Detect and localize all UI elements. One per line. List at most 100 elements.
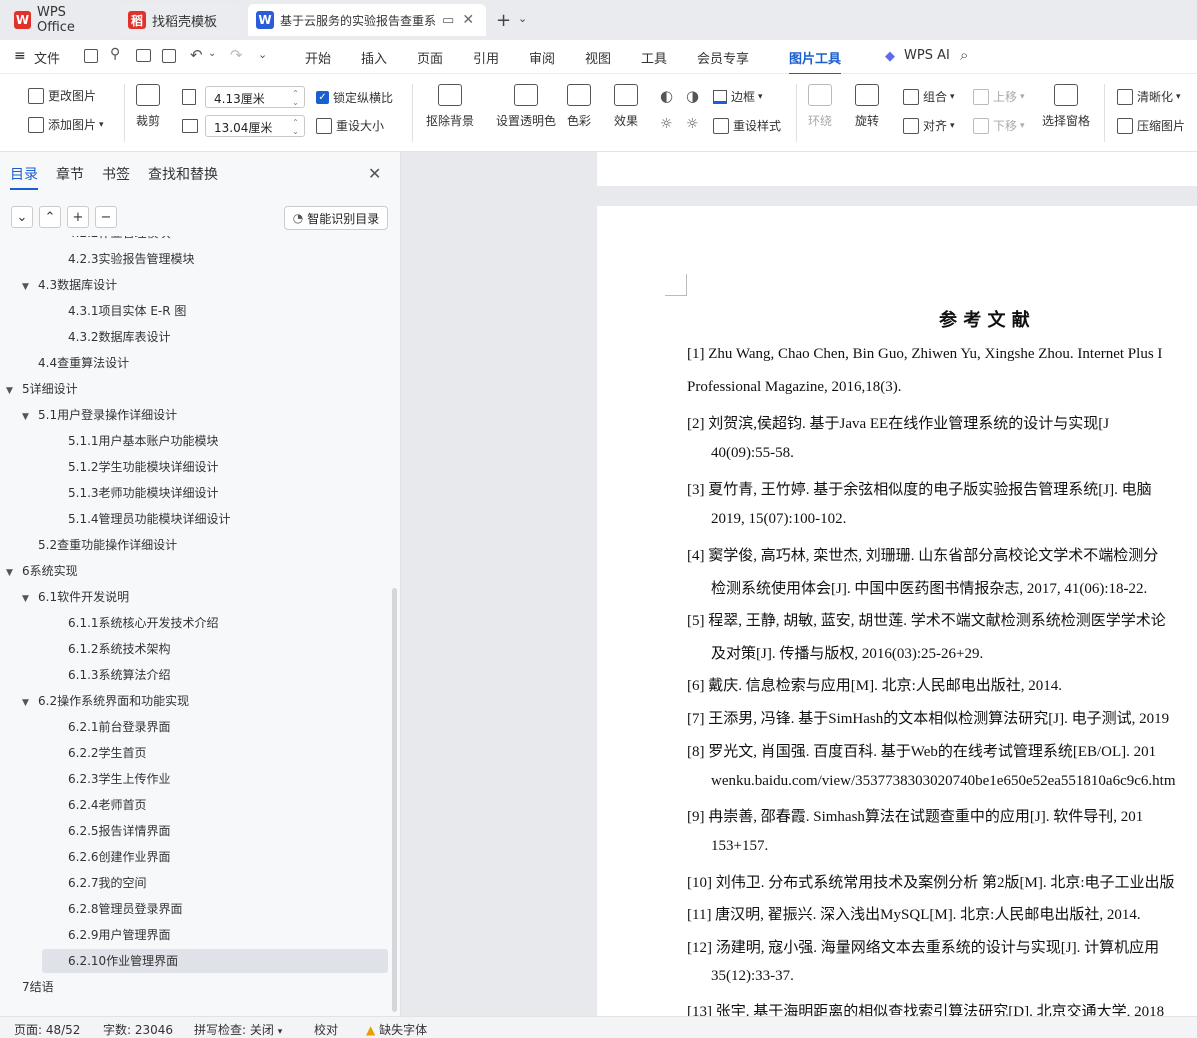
- tab-bookmarks[interactable]: 书签: [102, 164, 130, 184]
- toc-item[interactable]: 4.2.3实验报告管理模块: [68, 246, 195, 272]
- add-image-button[interactable]: 添加图片 ▾: [28, 116, 104, 133]
- send-backward-button[interactable]: 下移 ▾: [973, 117, 1025, 134]
- undo-dropdown-icon[interactable]: ⌄: [208, 48, 216, 59]
- toc-item[interactable]: 6.2.1前台登录界面: [68, 714, 171, 740]
- contrast-down-icon[interactable]: ☼: [686, 116, 699, 132]
- tab-find-replace[interactable]: 查找和替换: [148, 164, 218, 184]
- toc-item[interactable]: 5.1.1用户基本账户功能模块: [68, 428, 219, 454]
- toc-item[interactable]: ▼ 6.1软件开发说明: [22, 584, 129, 610]
- select-pane-button[interactable]: 选择窗格: [1042, 84, 1090, 129]
- more-icon[interactable]: ⌄: [258, 48, 267, 61]
- brightness-up-icon[interactable]: ◐: [660, 87, 673, 105]
- close-pane-icon[interactable]: ✕: [368, 164, 381, 183]
- toc-item[interactable]: 6.1.3系统算法介绍: [68, 662, 171, 688]
- hamburger-icon[interactable]: ≡: [14, 48, 26, 64]
- sharpen-button[interactable]: 清晰化 ▾: [1117, 88, 1181, 105]
- toc-item[interactable]: ▼ 5.1用户登录操作详细设计: [22, 402, 177, 428]
- toc-scrollbar[interactable]: [392, 588, 397, 1012]
- toc-item[interactable]: 4.2.2作业管理模块: [68, 236, 171, 246]
- compress-image-button[interactable]: 压缩图片: [1117, 117, 1185, 134]
- toc-item[interactable]: 5.1.4管理员功能模块详细设计: [68, 506, 231, 532]
- missing-font-button[interactable]: ▲ 缺失字体: [366, 1021, 427, 1038]
- window-icon[interactable]: ▭: [442, 13, 454, 28]
- toc-item[interactable]: 6.2.8管理员登录界面: [68, 896, 183, 922]
- save-icon[interactable]: [84, 49, 98, 63]
- print-preview-icon[interactable]: [162, 49, 176, 63]
- resize-button[interactable]: 重设大小: [316, 117, 384, 134]
- bring-forward-button[interactable]: 上移 ▾: [973, 88, 1025, 105]
- spell-check-status[interactable]: 拼写检查: 关闭 ▾: [194, 1021, 282, 1038]
- word-count[interactable]: 字数: 23046: [103, 1021, 173, 1038]
- expand-arrow-icon[interactable]: ▼: [22, 586, 34, 612]
- brightness-down-icon[interactable]: ☼: [660, 116, 673, 132]
- color-button[interactable]: 色彩: [567, 84, 591, 129]
- menu-reference[interactable]: 引用: [473, 48, 499, 67]
- toc-item[interactable]: 6.2.4老师首页: [68, 792, 147, 818]
- toc-item[interactable]: 6.2.3学生上传作业: [68, 766, 171, 792]
- redo-icon[interactable]: ↷: [230, 46, 243, 64]
- expand-arrow-icon[interactable]: ▼: [6, 560, 18, 586]
- menu-insert[interactable]: 插入: [361, 48, 387, 67]
- menu-member[interactable]: 会员专享: [697, 48, 749, 67]
- expand-arrow-icon[interactable]: ▼: [22, 404, 34, 430]
- tab-wps-office[interactable]: W WPS Office: [6, 4, 112, 36]
- expand-arrow-icon[interactable]: ▼: [22, 690, 34, 716]
- menu-view[interactable]: 视图: [585, 48, 611, 67]
- menu-picture-tools[interactable]: 图片工具: [789, 48, 842, 75]
- toc-item[interactable]: 6.2.2学生首页: [68, 740, 147, 766]
- print-icon[interactable]: [136, 49, 151, 62]
- collapse-down-button[interactable]: ⌄: [11, 206, 33, 228]
- expand-arrow-icon[interactable]: ▼: [22, 274, 34, 300]
- toc-item[interactable]: 6.1.2系统技术架构: [68, 636, 171, 662]
- menu-page[interactable]: 页面: [417, 48, 443, 67]
- toc-item[interactable]: 7结语: [22, 974, 54, 1000]
- change-image-button[interactable]: 更改图片: [28, 87, 96, 104]
- page-count[interactable]: 页面: 48/52: [14, 1021, 80, 1038]
- link-icon[interactable]: ⚲: [110, 46, 120, 62]
- rotate-button[interactable]: 旋转: [855, 84, 879, 129]
- toc-item[interactable]: ▼ 6.2操作系统界面和功能实现: [22, 688, 189, 714]
- new-tab-button[interactable]: +: [496, 10, 511, 31]
- toc-item[interactable]: 6.2.9用户管理界面: [68, 922, 171, 948]
- toc-item[interactable]: 6.2.10作业管理界面: [68, 948, 178, 974]
- toc-item[interactable]: ▼ 6系统实现: [6, 558, 78, 584]
- expand-arrow-icon[interactable]: ▼: [6, 378, 18, 404]
- add-heading-button[interactable]: +: [67, 206, 89, 228]
- tab-docer[interactable]: 稻 找稻壳模板: [120, 4, 240, 36]
- toc-item[interactable]: 4.4查重算法设计: [38, 350, 129, 376]
- toc-item[interactable]: ▼ 4.3数据库设计: [22, 272, 117, 298]
- toc-item[interactable]: 6.2.6创建作业界面: [68, 844, 171, 870]
- toc-item[interactable]: ▼ 5详细设计: [6, 376, 78, 402]
- menu-review[interactable]: 审阅: [529, 48, 555, 67]
- border-button[interactable]: 边框 ▾: [713, 88, 763, 105]
- tab-document[interactable]: W 基于云服务的实验报告查重系 ▭ ✕: [248, 4, 486, 36]
- toc-item[interactable]: 5.1.2学生功能模块详细设计: [68, 454, 219, 480]
- remove-background-button[interactable]: 抠除背景: [426, 84, 474, 129]
- smart-toc-button[interactable]: ◔ 智能识别目录: [284, 206, 388, 230]
- proofread-button[interactable]: 校对: [314, 1021, 338, 1038]
- align-button[interactable]: 对齐 ▾: [903, 117, 955, 134]
- menu-tools[interactable]: 工具: [641, 48, 667, 67]
- lock-ratio-checkbox[interactable]: ✓ 锁定纵横比: [316, 89, 393, 106]
- toc-item[interactable]: 4.3.1项目实体 E-R 图: [68, 298, 186, 324]
- tab-chapters[interactable]: 章节: [56, 164, 84, 184]
- collapse-up-button[interactable]: ⌃: [39, 206, 61, 228]
- toc-item[interactable]: 6.1.1系统核心开发技术介绍: [68, 610, 219, 636]
- group-button[interactable]: 组合 ▾: [903, 88, 955, 105]
- wrap-button[interactable]: 环绕: [808, 84, 832, 129]
- toc-item[interactable]: 6.2.7我的空间: [68, 870, 147, 896]
- reset-style-button[interactable]: 重设样式: [713, 117, 781, 134]
- toc-item[interactable]: 6.2.5报告详情界面: [68, 818, 171, 844]
- height-input[interactable]: 13.04厘米: [205, 115, 305, 137]
- close-tab-icon[interactable]: ✕: [462, 12, 474, 28]
- effects-button[interactable]: 效果: [614, 84, 638, 129]
- undo-icon[interactable]: ↶: [190, 46, 203, 64]
- search-icon[interactable]: ⌕: [960, 46, 968, 64]
- width-input[interactable]: 4.13厘米: [205, 86, 305, 108]
- document-page[interactable]: 参 考 文 献 [1] Zhu Wang, Chao Chen, Bin Guo…: [597, 206, 1197, 1016]
- set-transparent-button[interactable]: 设置透明色: [496, 84, 556, 129]
- toc-item[interactable]: 4.3.2数据库表设计: [68, 324, 171, 350]
- toc-item[interactable]: 5.2查重功能操作详细设计: [38, 532, 177, 558]
- crop-button[interactable]: 裁剪: [136, 84, 160, 129]
- contrast-up-icon[interactable]: ◑: [686, 87, 699, 105]
